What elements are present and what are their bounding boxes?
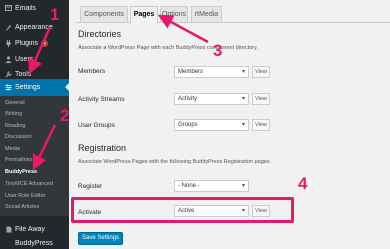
file-icon	[2, 226, 15, 233]
submenu-buddypress[interactable]: BuddyPress	[5, 169, 37, 175]
submenu-media[interactable]: Media	[5, 146, 20, 152]
activity-page-select[interactable]: Activity	[174, 93, 249, 105]
submenu-writing[interactable]: Writing	[5, 111, 22, 117]
sliders-icon	[2, 84, 15, 91]
brush-icon	[2, 24, 15, 31]
register-label: Register	[78, 183, 103, 190]
menu-item-settings[interactable]: Settings	[0, 79, 69, 96]
groups-view-button[interactable]: View	[252, 119, 270, 131]
menu-label-users: Users	[15, 55, 34, 63]
settings-submenu: General Writing Reading Discussion Media…	[0, 96, 69, 216]
members-label: Members	[78, 68, 106, 75]
annotation-3: 3	[213, 41, 223, 60]
activity-view-button[interactable]: View	[252, 93, 270, 105]
submenu-discussion[interactable]: Discussion	[5, 134, 32, 140]
annotation-4: 4	[298, 174, 308, 193]
registration-heading: Registration	[78, 143, 127, 153]
directories-description: Associate a WordPress Page with each Bud…	[78, 45, 258, 51]
menu-item-users[interactable]: Users	[0, 51, 69, 67]
menu-label-settings: Settings	[15, 84, 41, 91]
submenu-social-articles[interactable]: Social Articles	[5, 204, 39, 210]
groups-page-select[interactable]: Groups	[174, 119, 249, 131]
tab-pages[interactable]: Pages	[130, 6, 158, 24]
user-groups-label: User Groups	[78, 122, 115, 129]
directories-heading: Directories	[78, 29, 122, 39]
members-view-button[interactable]: View	[252, 66, 270, 78]
submenu-general[interactable]: General	[5, 100, 25, 106]
envelope-icon	[2, 5, 15, 11]
tab-components[interactable]: Components	[80, 6, 128, 23]
menu-label-buddypress: BuddyPress	[15, 239, 53, 247]
activity-streams-label: Activity Streams	[78, 96, 125, 103]
menu-item-plugins[interactable]: Plugins 1	[0, 35, 69, 51]
submenu-permalinks[interactable]: Permalinks	[5, 157, 32, 163]
activate-highlight-box	[71, 197, 294, 223]
register-page-select[interactable]: - None -	[174, 180, 249, 192]
submenu-tinymce-advanced[interactable]: TinyMCE Advanced	[5, 181, 53, 187]
plug-icon	[2, 39, 15, 47]
annotation-1: 1	[50, 5, 60, 24]
user-icon	[2, 55, 15, 63]
admin-sidebar: Emails Appearance Plugins 1 Users Tools …	[0, 0, 69, 249]
registration-description: Associate WordPress Pages with the follo…	[78, 159, 272, 165]
submenu-user-role-editor[interactable]: User Role Editor	[5, 193, 45, 199]
wrench-icon	[2, 70, 15, 78]
menu-item-buddypress[interactable]: BuddyPress	[0, 235, 69, 249]
menu-label-plugins: Plugins	[15, 39, 38, 47]
menu-label-file-away: File Away	[15, 225, 45, 233]
plugins-update-badge: 1	[40, 39, 48, 47]
annotation-2: 2	[60, 106, 70, 125]
submenu-reading[interactable]: Reading	[5, 123, 26, 129]
tab-rtmedia[interactable]: rtMedia	[191, 6, 222, 23]
menu-label-emails: Emails	[15, 4, 37, 12]
save-settings-button[interactable]: Save Settings	[78, 232, 123, 245]
members-page-select[interactable]: Members	[174, 66, 249, 78]
menu-label-appearance: Appearance	[15, 23, 53, 31]
tab-options[interactable]: Options	[160, 6, 188, 23]
menu-label-tools: Tools	[15, 70, 32, 78]
